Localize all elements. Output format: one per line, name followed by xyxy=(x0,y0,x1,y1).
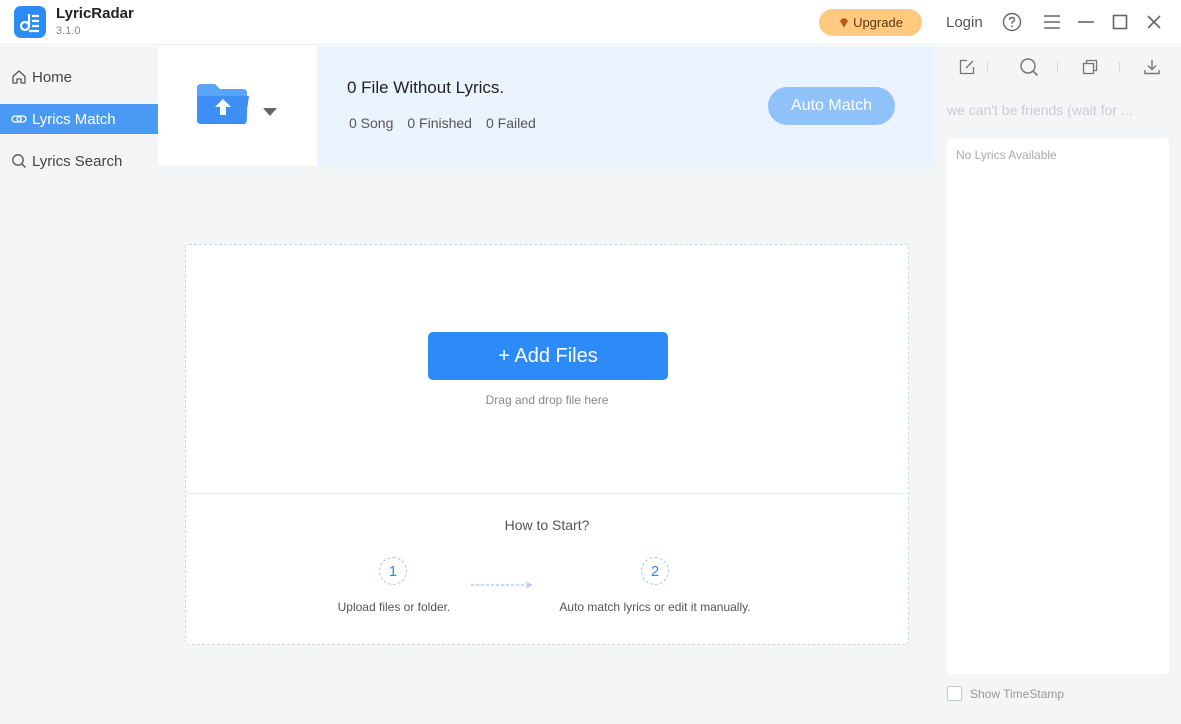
main-content: 0 File Without Lyrics. 0 Song 0 Finished… xyxy=(158,46,935,724)
copy-icon[interactable] xyxy=(1079,56,1101,78)
edit-icon[interactable] xyxy=(956,56,978,78)
show-timestamp-label[interactable]: Show TimeStamp xyxy=(970,687,1064,701)
match-stats: 0 Song 0 Finished 0 Failed xyxy=(349,115,536,131)
failed-count: 0 Failed xyxy=(485,115,536,131)
search-icon[interactable] xyxy=(1018,56,1040,78)
minimize-icon[interactable] xyxy=(1076,12,1096,32)
download-icon[interactable] xyxy=(1141,56,1163,78)
app-version: 3.1.0 xyxy=(56,25,81,37)
home-icon xyxy=(12,70,26,84)
menu-icon[interactable] xyxy=(1042,12,1062,32)
drag-hint: Drag and drop file here xyxy=(485,393,609,407)
no-lyrics-message: No Lyrics Available xyxy=(956,148,1057,162)
link-icon xyxy=(11,115,27,123)
divider xyxy=(1119,62,1120,72)
song-count: 0 Song xyxy=(349,115,394,131)
diamond-icon xyxy=(840,18,849,27)
app-logo xyxy=(14,6,46,38)
info-bar: 0 File Without Lyrics. 0 Song 0 Finished… xyxy=(317,46,935,166)
title-bar: LyricRadar 3.1.0 Upgrade Login xyxy=(0,0,1181,45)
sidebar-item-label: Lyrics Match xyxy=(32,110,116,128)
upgrade-button[interactable]: Upgrade xyxy=(819,9,922,36)
chevron-down-icon[interactable] xyxy=(263,104,277,122)
how-to-start-title: How to Start? xyxy=(504,517,590,533)
sidebar-item-label: Lyrics Search xyxy=(32,152,123,170)
step-1-text: Upload files or folder. xyxy=(337,600,451,614)
divider xyxy=(186,493,908,494)
arrow-right-icon xyxy=(471,581,533,589)
divider xyxy=(1057,62,1058,72)
folder-upload-icon[interactable] xyxy=(195,82,251,131)
sidebar: Home Lyrics Match Lyrics Search xyxy=(0,46,158,724)
help-icon[interactable] xyxy=(1002,12,1022,32)
sidebar-item-home[interactable]: Home xyxy=(0,62,158,92)
add-files-button[interactable]: + Add Files xyxy=(428,332,668,380)
current-song-title: we can't be friends (wait for ... xyxy=(947,102,1133,118)
lyrics-view: No Lyrics Available xyxy=(947,138,1169,674)
sidebar-item-label: Home xyxy=(32,68,73,86)
lyrics-panel: we can't be friends (wait for ... No Lyr… xyxy=(935,46,1181,724)
file-count-title: 0 File Without Lyrics. xyxy=(347,78,505,97)
finished-count: 0 Finished xyxy=(407,115,472,131)
folder-selector xyxy=(158,46,317,166)
step-2-text: Auto match lyrics or edit it manually. xyxy=(559,600,751,614)
close-icon[interactable] xyxy=(1144,12,1164,32)
upgrade-label: Upgrade xyxy=(853,15,903,30)
divider xyxy=(987,62,988,72)
sidebar-item-lyrics-match[interactable]: Lyrics Match xyxy=(0,104,158,134)
login-link[interactable]: Login xyxy=(946,14,983,31)
auto-match-button[interactable]: Auto Match xyxy=(768,87,895,125)
show-timestamp-checkbox[interactable] xyxy=(947,686,962,701)
step-2-badge: 2 xyxy=(641,557,669,585)
app-name: LyricRadar xyxy=(56,5,134,22)
step-1-badge: 1 xyxy=(379,557,407,585)
search-icon xyxy=(12,154,26,168)
drop-zone[interactable]: + Add Files Drag and drop file here How … xyxy=(185,244,909,645)
maximize-icon[interactable] xyxy=(1110,12,1130,32)
sidebar-item-lyrics-search[interactable]: Lyrics Search xyxy=(0,146,158,176)
